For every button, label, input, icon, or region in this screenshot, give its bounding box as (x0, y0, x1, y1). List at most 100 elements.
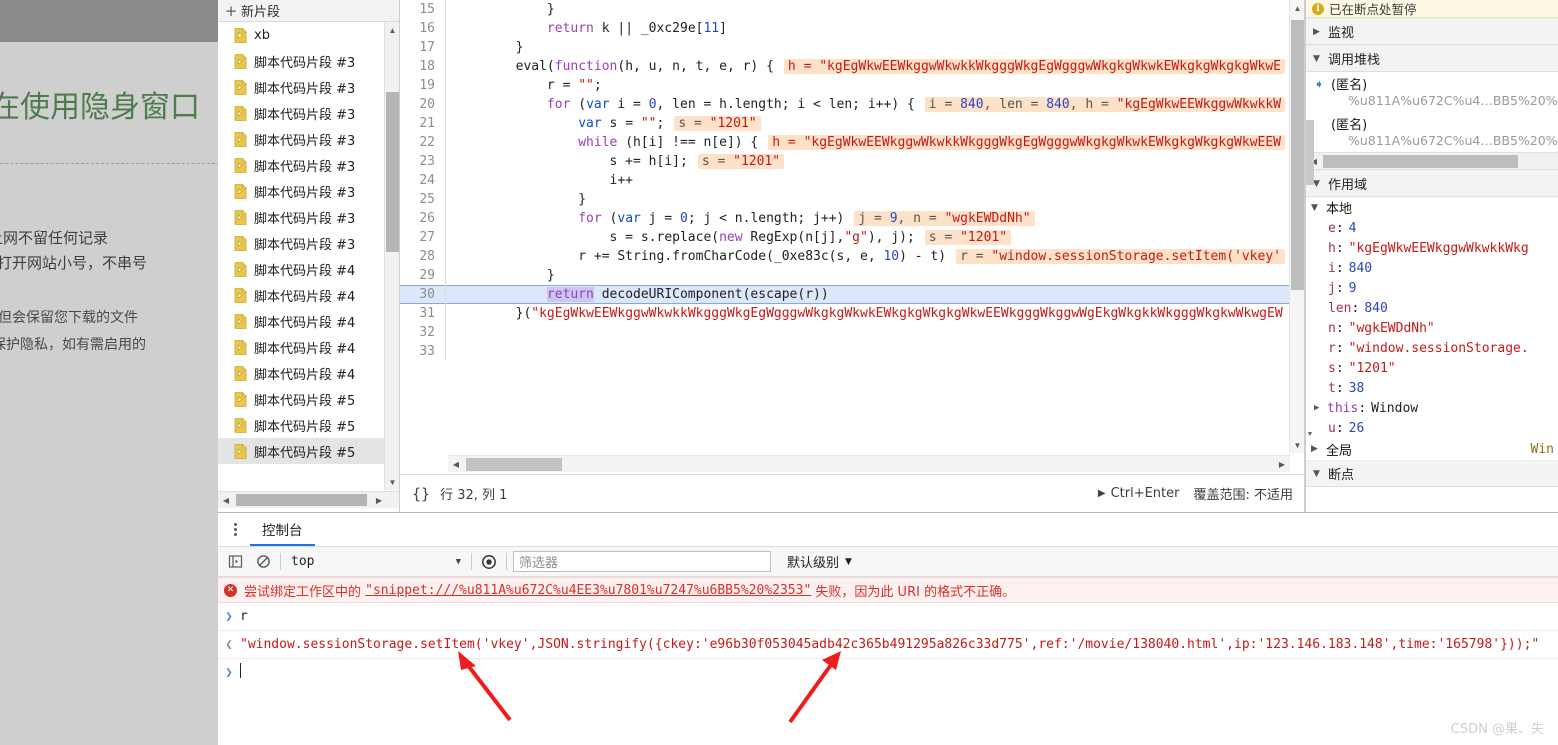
call-stack-section-header[interactable]: ▼ 调用堆栈 (1306, 45, 1558, 72)
scroll-down-icon[interactable]: ▼ (1290, 437, 1304, 453)
scope-variable-row[interactable]: ▶ this: Window (1306, 398, 1558, 418)
code-line-current[interactable]: 30 return decodeURIComponent(escape(r)) (400, 285, 1290, 304)
run-icon[interactable]: ▶ (1098, 488, 1106, 499)
console-sidebar-toggle-icon[interactable] (224, 551, 246, 573)
scope-global-row[interactable]: ▶ 全局 Win (1306, 438, 1558, 460)
line-number[interactable]: 30 (400, 285, 446, 304)
log-level-select[interactable]: 默认级别 ▼ (787, 552, 852, 571)
tab-console[interactable]: 控制台 (250, 513, 315, 546)
line-number[interactable]: 33 (400, 342, 446, 361)
code-line[interactable]: 31 }("kgEgWkwEEWkggwWkwkkWkgggWkgEgWgggw… (400, 304, 1290, 323)
clear-console-icon[interactable] (252, 551, 274, 573)
editor-vertical-scrollbar[interactable]: ▲ ▼ (1289, 0, 1304, 453)
line-number[interactable]: 20 (400, 95, 446, 114)
navigator-vertical-scrollbar[interactable]: ▲ ▼ (384, 22, 399, 490)
line-number[interactable]: 23 (400, 152, 446, 171)
line-number[interactable]: 19 (400, 76, 446, 95)
line-number[interactable]: 31 (400, 304, 446, 323)
scrollbar-thumb[interactable] (386, 92, 399, 252)
scrollbar-thumb[interactable] (236, 494, 367, 506)
scope-variable-row[interactable]: u:26 (1306, 418, 1558, 438)
navigator-horizontal-scrollbar[interactable]: ◀ ▶ (218, 491, 399, 508)
scope-variable-row[interactable]: n: "wgkEWDdNh" (1306, 318, 1558, 338)
line-number[interactable]: 27 (400, 228, 446, 247)
snippet-list-item[interactable]: xb (218, 22, 399, 48)
snippet-list-item[interactable]: 脚本代码片段 #3 (218, 74, 399, 100)
new-snippet-button[interactable]: + 新片段 (218, 0, 399, 22)
snippet-list-item[interactable]: 脚本代码片段 #4 (218, 360, 399, 386)
scrollbar-thumb[interactable] (1323, 155, 1518, 168)
line-number[interactable]: 29 (400, 266, 446, 285)
scroll-right-icon[interactable]: ▶ (1274, 456, 1290, 473)
code-line[interactable]: 25 } (400, 190, 1290, 209)
line-number[interactable]: 28 (400, 247, 446, 266)
call-stack-horizontal-scrollbar[interactable]: ◀ (1306, 152, 1558, 170)
scroll-down-icon[interactable]: ▼ (385, 474, 399, 490)
line-number[interactable]: 21 (400, 114, 446, 133)
snippet-list-item[interactable]: 脚本代码片段 #5 (218, 412, 399, 438)
code-line[interactable]: 24 i++ (400, 171, 1290, 190)
snippet-list-item[interactable]: 脚本代码片段 #3 (218, 100, 399, 126)
line-number[interactable]: 22 (400, 133, 446, 152)
scroll-left-icon[interactable]: ◀ (448, 456, 464, 473)
scope-variable-row[interactable]: h: "kgEgWkwEEWkggwWkwkkWkg (1306, 238, 1558, 258)
more-options-icon[interactable] (224, 519, 246, 541)
live-expression-icon[interactable] (478, 551, 500, 573)
scope-variable-row[interactable]: len:840 (1306, 298, 1558, 318)
scroll-up-icon[interactable]: ▲ (1290, 0, 1304, 16)
console-error-link[interactable]: "snippet:///%u811A%u672C%u4EE3%u7801%u72… (365, 583, 811, 598)
scope-variable-row[interactable]: j:9 (1306, 278, 1558, 298)
line-number[interactable]: 18 (400, 57, 446, 76)
snippet-list-item[interactable]: 脚本代码片段 #4 (218, 282, 399, 308)
code-line[interactable]: 33 (400, 342, 1290, 361)
line-number[interactable]: 17 (400, 38, 446, 57)
call-stack-frame[interactable]: (匿名)%u811A%u672C%u4…BB5%20%2353 (1306, 112, 1558, 152)
snippet-list-item[interactable]: 脚本代码片段 #3 (218, 230, 399, 256)
line-number[interactable]: 16 (400, 19, 446, 38)
line-number[interactable]: 26 (400, 209, 446, 228)
call-stack-frame[interactable]: ➧ (匿名)%u811A%u672C%u4…BB5%20%2353 (1306, 72, 1558, 112)
scroll-down-icon[interactable]: ▼ (1306, 428, 1314, 440)
scope-section-header[interactable]: ▼ 作用域 (1306, 170, 1558, 197)
code-line[interactable]: 16 return k || _0xc29e[11] (400, 19, 1290, 38)
snippet-list-item[interactable]: 脚本代码片段 #3 (218, 126, 399, 152)
scope-variable-row[interactable]: e:4 (1306, 218, 1558, 238)
line-number[interactable]: 32 (400, 323, 446, 342)
console-prompt[interactable]: ❯ (218, 659, 1558, 686)
code-line[interactable]: 29 } (400, 266, 1290, 285)
code-line[interactable]: 15 } (400, 0, 1290, 19)
code-line[interactable]: 27 s = s.replace(new RegExp(n[j],"g"), j… (400, 228, 1290, 247)
code-line[interactable]: 19 r = ""; (400, 76, 1290, 95)
code-line[interactable]: 18 eval(function(h, u, n, t, e, r) {h = … (400, 57, 1290, 76)
line-number[interactable]: 25 (400, 190, 446, 209)
code-line[interactable]: 22 while (h[i] !== n[e]) {h = "kgEgWkwEE… (400, 133, 1290, 152)
breakpoints-section-header[interactable]: ▼ 断点 (1306, 460, 1558, 487)
scope-variable-row[interactable]: i:840 (1306, 258, 1558, 278)
console-filter-input[interactable]: 筛选器 (513, 551, 771, 572)
snippet-list-item[interactable]: 脚本代码片段 #3 (218, 152, 399, 178)
scroll-right-icon[interactable]: ▶ (371, 492, 387, 508)
watch-section-header[interactable]: ▶ 监视 (1306, 18, 1558, 45)
snippet-list-item[interactable]: 脚本代码片段 #4 (218, 334, 399, 360)
editor-horizontal-scrollbar[interactable]: ◀ ▶ (448, 455, 1290, 472)
scrollbar-thumb[interactable] (1306, 120, 1314, 185)
snippet-list-item[interactable]: 脚本代码片段 #5 (218, 386, 399, 412)
code-line[interactable]: 21 var s = ""; s = "1201" (400, 114, 1290, 133)
execution-context-select[interactable]: top ▼ (287, 552, 465, 572)
code-line[interactable]: 23 s += h[i]; s = "1201" (400, 152, 1290, 171)
snippet-list-item[interactable]: 脚本代码片段 #3 (218, 178, 399, 204)
chevron-right-icon[interactable]: ▶ (1314, 403, 1323, 413)
scope-variable-row[interactable]: t:38 (1306, 378, 1558, 398)
line-number[interactable]: 15 (400, 0, 446, 19)
line-number[interactable]: 24 (400, 171, 446, 190)
snippet-list-item[interactable]: 脚本代码片段 #3 (218, 48, 399, 74)
code-line[interactable]: 32 (400, 323, 1290, 342)
code-line[interactable]: 17 } (400, 38, 1290, 57)
snippet-list-item[interactable]: 脚本代码片段 #5 (218, 438, 399, 464)
snippet-list-item[interactable]: 脚本代码片段 #4 (218, 256, 399, 282)
debugger-vertical-scrollbar[interactable]: ▼ (1306, 120, 1314, 440)
snippet-list-item[interactable]: 脚本代码片段 #3 (218, 204, 399, 230)
code-line[interactable]: 20 for (var i = 0, len = h.length; i < l… (400, 95, 1290, 114)
snippet-list-item[interactable]: 脚本代码片段 #4 (218, 308, 399, 334)
scrollbar-thumb[interactable] (1291, 20, 1304, 290)
